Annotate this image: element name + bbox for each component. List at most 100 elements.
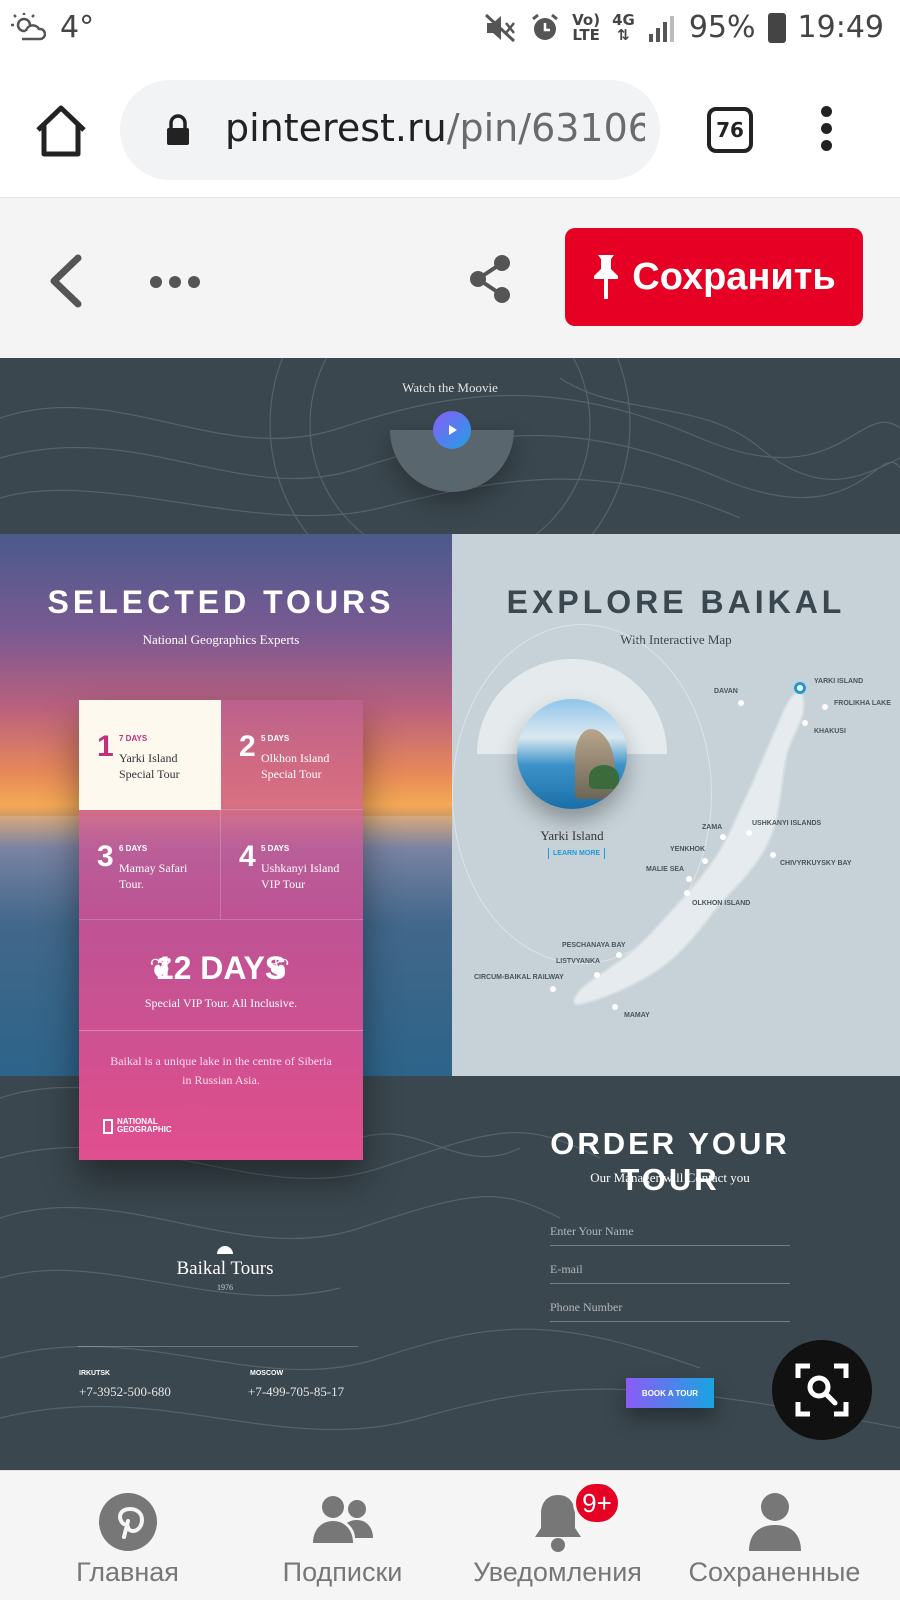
map-point-khakusi[interactable]: [802, 720, 808, 726]
mute-icon: [485, 13, 516, 42]
browser-toolbar: pinterest.ru/pin/63106 76: [0, 62, 900, 198]
alarm-icon: [532, 13, 559, 40]
email-field[interactable]: E-mail: [550, 1256, 790, 1284]
movie-section: Watch the Moovie: [0, 358, 900, 534]
tour-item-2[interactable]: 2 5 DAYS Olkhon Island Special Tour: [221, 700, 363, 810]
map-label-yarki: YARKI ISLAND: [814, 678, 864, 685]
map-label-davan: DAVAN: [714, 688, 738, 695]
map-point-olkhon[interactable]: [684, 890, 690, 896]
book-tour-button[interactable]: BOOK A TOUR: [626, 1378, 714, 1408]
url-host: pinterest.ru: [225, 106, 447, 150]
map-label-khakusi: KHAKUSI: [814, 728, 846, 735]
nav-saved[interactable]: Сохраненные: [662, 1471, 887, 1600]
map-label-chivyrkuysky: CHIVYRKUYSKY BAY: [780, 860, 852, 867]
tour-days: 7 DAYS: [119, 734, 148, 743]
tour-item-3[interactable]: 3 6 DAYS Mamay Safari Tour.: [79, 810, 221, 920]
status-bar: 4° Vo) LTE 4G ⇅ 95% 19:49: [0, 0, 900, 62]
nav-home[interactable]: Главная: [15, 1471, 240, 1600]
nav-label: Сохраненные: [688, 1557, 861, 1587]
map-label-peschanaya: PESCHANAYA BAY: [562, 942, 626, 949]
city-irkutsk: IRKUTSK: [79, 1370, 111, 1377]
map-point-mamay[interactable]: [612, 1004, 618, 1010]
map-point-circum[interactable]: [550, 986, 556, 992]
map-label-yenkhok: YENKHOK: [670, 846, 706, 853]
order-subtitle: Our Manager will Contact you: [590, 1170, 750, 1185]
pinterest-logo-icon: [98, 1493, 157, 1551]
map-point-frolikha[interactable]: [822, 704, 828, 710]
tour-number: 3: [97, 840, 114, 873]
play-icon[interactable]: [433, 411, 471, 449]
clock: 19:49: [797, 10, 884, 45]
logo-name: Baikal Tours: [176, 1258, 274, 1279]
tour-days: 5 DAYS: [261, 734, 290, 743]
visual-search-button[interactable]: [772, 1340, 872, 1440]
tab-switcher-button[interactable]: 76: [707, 107, 753, 153]
map-label-mamay: MAMAY: [624, 1012, 650, 1019]
map-point-zama[interactable]: [720, 834, 726, 840]
name-field[interactable]: Enter Your Name: [550, 1218, 790, 1246]
signal-icon: [648, 15, 674, 42]
days-headline: 12 DAYS: [155, 950, 287, 986]
save-pin-button[interactable]: Сохранить: [565, 228, 863, 326]
url-path: /pin/63106: [446, 106, 645, 150]
network-gen: 4G ⇅: [612, 12, 635, 43]
pushpin-icon: [594, 255, 619, 299]
map-point-ushkanyi[interactable]: [746, 830, 752, 836]
lock-icon: [167, 114, 189, 145]
map-point-malie-sea[interactable]: [686, 876, 692, 882]
share-icon[interactable]: [468, 254, 514, 304]
status-right: Vo) LTE 4G ⇅ 95% 19:49: [484, 10, 884, 45]
tour-item-4[interactable]: 4 5 DAYS Ushkanyi Island VIP Tour: [221, 810, 363, 920]
map-label-zama: ZAMA: [702, 824, 723, 831]
tour-item-1[interactable]: 1 7 DAYS Yarki Island Special Tour: [79, 700, 221, 810]
map-point-peschanaya[interactable]: [616, 952, 622, 958]
map-label-circum: CIRCUM-BAIKAL RAILWAY: [474, 974, 564, 981]
map-label-frolikha: FROLIKHA LAKE: [834, 700, 891, 707]
map-point-listvyanka[interactable]: [594, 972, 600, 978]
nav-following[interactable]: Подписки: [230, 1471, 455, 1600]
notification-badge: 9+: [573, 1481, 621, 1525]
map-label-ushkanyi: USHKANYI ISLANDS: [752, 820, 822, 827]
back-arrow-icon[interactable]: [44, 252, 86, 310]
more-options-icon[interactable]: [150, 276, 200, 288]
days-subline: Special VIP Tour. All Inclusive.: [144, 996, 298, 1010]
map-point-yarki[interactable]: [794, 682, 806, 694]
city-moscow: MOSCOW: [250, 1370, 284, 1377]
natgeo-logo: NATIONAL GEOGRAPHIC: [103, 1118, 177, 1134]
browser-menu-icon[interactable]: [820, 106, 834, 152]
logo-year: 1976: [217, 1283, 233, 1292]
tour-grid: 1 7 DAYS Yarki Island Special Tour 2 5 D…: [79, 700, 363, 920]
laurel-right-icon: ❦: [265, 953, 291, 986]
phone-field[interactable]: Phone Number: [550, 1294, 790, 1322]
movie-label: Watch the Moovie: [402, 380, 498, 395]
url-text[interactable]: pinterest.ru/pin/63106: [225, 106, 645, 150]
profile-icon: [748, 1493, 801, 1551]
tour-name: Olkhon Island Special Tour: [261, 751, 330, 781]
phone-irkutsk: +7-3952-500-680: [79, 1384, 171, 1399]
weather-icon: [11, 12, 46, 40]
bottom-navigation: Главная Подписки Уведомления 9+ Сохранен…: [0, 1470, 900, 1600]
temperature: 4°: [60, 10, 95, 45]
tour-name: Yarki Island Special Tour: [119, 751, 180, 781]
baikal-description: Baikal is a unique lake in the centre of…: [110, 1054, 332, 1087]
map-point-yenkhok[interactable]: [702, 858, 708, 864]
tour-days: 5 DAYS: [261, 844, 290, 853]
tour-name: Ushkanyi Island VIP Tour: [261, 861, 340, 891]
nav-notifications[interactable]: Уведомления: [445, 1471, 670, 1600]
explore-baikal-panel: EXPLORE BAIKAL With Interactive Map Yark…: [452, 534, 900, 1076]
nav-label: Уведомления: [473, 1557, 642, 1587]
battery-icon: [767, 12, 786, 43]
tour-number: 1: [97, 730, 114, 763]
map-label-olkhon: OLKHON ISLAND: [692, 900, 751, 907]
nav-label: Главная: [76, 1557, 179, 1587]
map-point-chivyrkuysky[interactable]: [770, 852, 776, 858]
natgeo-text: NATIONAL GEOGRAPHIC: [117, 1117, 172, 1134]
tour-days: 6 DAYS: [119, 844, 148, 853]
pin-toolbar: Сохранить: [0, 198, 900, 358]
map-point-davan[interactable]: [738, 700, 744, 706]
home-icon[interactable]: [32, 102, 90, 160]
address-bar[interactable]: pinterest.ru/pin/63106: [120, 80, 660, 180]
lte-label: LTE: [572, 25, 600, 44]
pin-image[interactable]: Watch the Moovie SELECTED TOURS National…: [0, 358, 900, 1470]
lens-search-icon: [795, 1363, 849, 1417]
